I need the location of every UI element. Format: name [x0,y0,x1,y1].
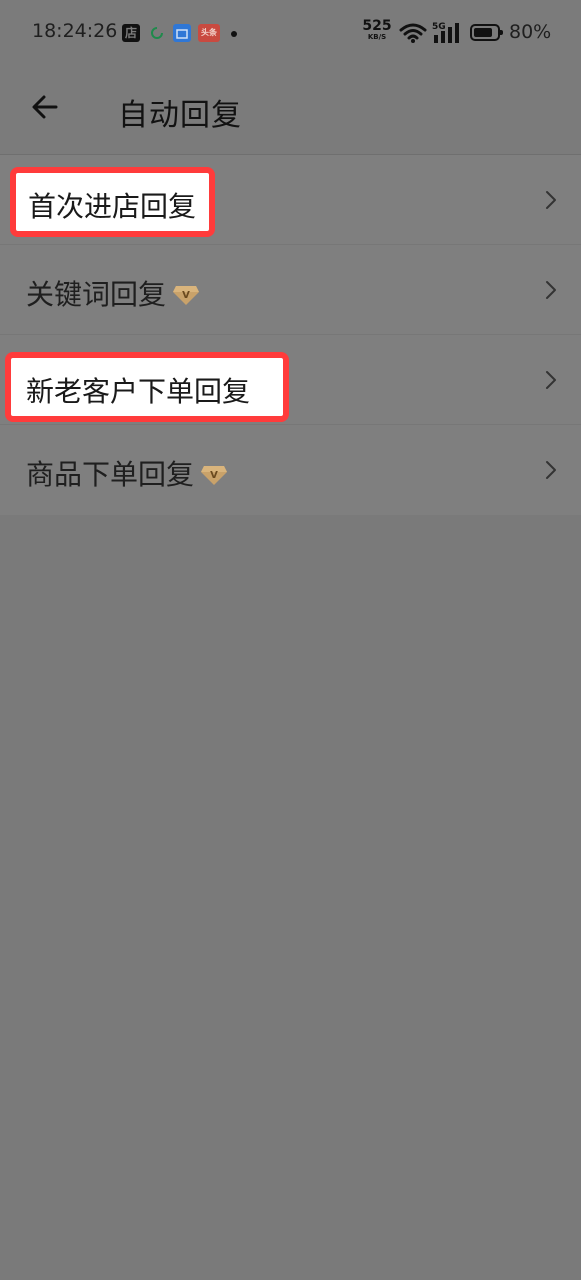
menu-item-label: 首次进店回复 [26,188,195,221]
chevron-right-icon [546,461,556,479]
menu-item-new-old-customer-order-reply[interactable]: 新老客户下单回复 [0,335,581,425]
network-type-label: 5G [432,22,446,32]
back-button[interactable] [28,90,62,124]
vip-diamond-icon: V [173,286,200,305]
menu-item-product-order-reply[interactable]: 商品下单回复 V [0,425,581,515]
menu-item-first-visit-reply[interactable]: 首次进店回复 [0,155,581,245]
menu-item-label: 关键词回复 [26,278,167,311]
signal-5g-icon: 5G [432,21,464,49]
menu-item-label: 商品下单回复 [26,458,195,491]
svg-text:V: V [182,290,190,301]
svg-text:V: V [210,470,218,481]
network-speed: 525 KB/S [362,19,392,41]
shop-icon: 店 [122,24,140,42]
network-speed-value: 525 [362,18,392,34]
battery-level [474,28,492,37]
sync-icon [148,24,166,42]
chevron-right-icon [546,191,556,209]
page-header: 自动回复 [0,66,581,155]
chevron-right-icon [546,371,556,389]
battery-icon [470,24,503,41]
app-blue-icon [173,24,191,42]
chevron-right-icon [546,281,556,299]
wifi-icon [399,22,427,48]
menu-item-label-wrap: 关键词回复 V [26,273,200,313]
news-icon: 头条 [198,24,220,42]
battery-percent: 80% [509,21,552,43]
status-bar: 18:24:26 店 头条 525 KB/S 5G 80% [0,0,581,66]
menu-item-label: 新老客户下单回复 [26,368,251,401]
auto-reply-menu: 首次进店回复 关键词回复 V 新老客户下单回复 商品下单回复 V [0,155,581,515]
menu-item-label-wrap: 商品下单回复 V [26,453,228,493]
page-title: 自动回复 [118,98,242,133]
vip-diamond-icon: V [201,466,228,485]
notification-dot-icon [231,31,237,37]
menu-item-keyword-reply[interactable]: 关键词回复 V [0,245,581,335]
network-speed-unit: KB/S [367,33,387,41]
arrow-left-icon [32,95,58,119]
status-time: 18:24:26 [32,20,118,42]
